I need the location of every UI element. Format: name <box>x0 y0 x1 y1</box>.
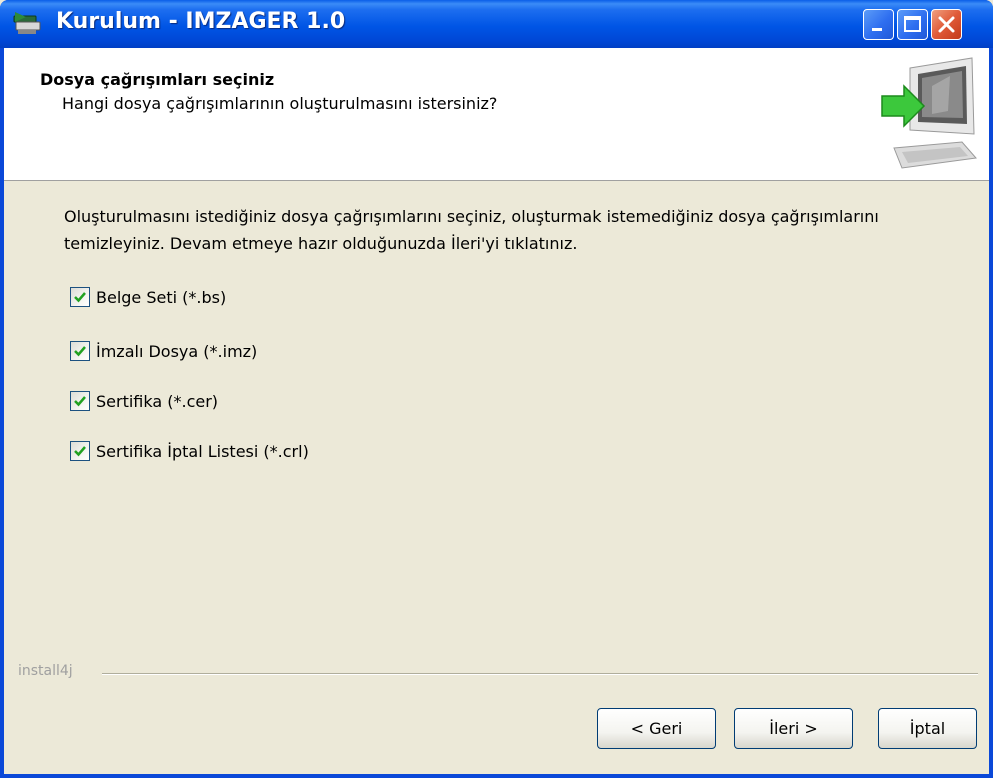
minimize-icon <box>872 28 882 31</box>
sertifika-checkbox[interactable] <box>70 391 90 411</box>
imzali-dosya-checkbox[interactable] <box>70 341 90 361</box>
belge-seti-checkbox[interactable] <box>70 287 90 307</box>
sertifika-iptal-listesi-checkbox[interactable] <box>70 441 90 461</box>
option-sertifika-iptal-listesi[interactable]: Sertifika İptal Listesi (*.crl) <box>70 438 309 464</box>
minimize-button[interactable] <box>863 9 894 40</box>
dialog-client-area: Dosya çağrışımları seçiniz Hangi dosya ç… <box>4 48 989 774</box>
close-button[interactable] <box>931 9 962 40</box>
installer-brand: install4j <box>18 663 73 679</box>
instruction-text: Oluşturulmasını istediğiniz dosya çağrış… <box>64 207 879 253</box>
option-label: Belge Seti (*.bs) <box>96 287 227 307</box>
checkmark-icon <box>74 396 86 407</box>
installer-window: Kurulum - IMZAGER 1.0 Dosya çağrışımları… <box>0 0 993 778</box>
next-button[interactable]: İleri > <box>734 708 853 749</box>
option-belge-seti[interactable]: Belge Seti (*.bs) <box>70 284 226 310</box>
page-subtitle: Hangi dosya çağrışımlarının oluşturulmas… <box>62 94 498 113</box>
wizard-header: Dosya çağrışımları seçiniz Hangi dosya ç… <box>4 48 989 181</box>
cancel-button[interactable]: İptal <box>878 708 977 749</box>
maximize-icon <box>904 16 921 32</box>
window-title: Kurulum - IMZAGER 1.0 <box>56 9 346 34</box>
installer-icon <box>12 10 42 38</box>
option-label: Sertifika İptal Listesi (*.crl) <box>96 441 309 461</box>
checkmark-icon <box>74 292 86 303</box>
close-icon <box>938 16 955 33</box>
back-button[interactable]: < Geri <box>597 708 716 749</box>
computer-arrow-icon <box>880 56 980 176</box>
maximize-button[interactable] <box>897 9 928 40</box>
checkmark-icon <box>74 346 86 357</box>
footer-divider <box>102 673 978 675</box>
option-label: İmzalı Dosya (*.imz) <box>96 341 258 361</box>
page-title: Dosya çağrışımları seçiniz <box>40 70 275 89</box>
option-sertifika[interactable]: Sertifika (*.cer) <box>70 388 218 414</box>
option-imzali-dosya[interactable]: İmzalı Dosya (*.imz) <box>70 338 257 364</box>
title-bar[interactable]: Kurulum - IMZAGER 1.0 <box>0 0 993 48</box>
option-label: Sertifika (*.cer) <box>96 391 219 411</box>
checkmark-icon <box>74 446 86 457</box>
